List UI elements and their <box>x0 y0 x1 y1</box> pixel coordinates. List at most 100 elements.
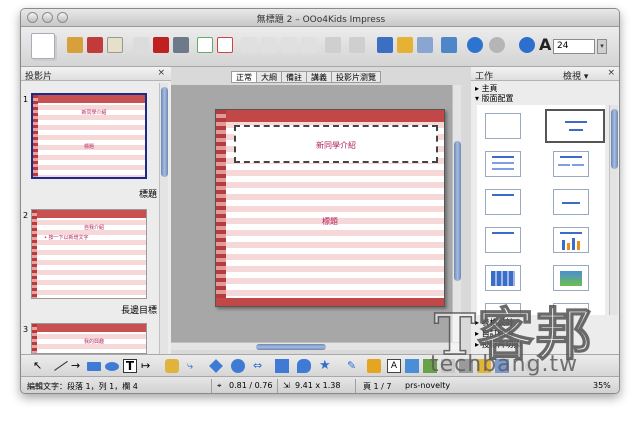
layout-blank[interactable] <box>485 113 521 139</box>
tab-notes[interactable]: 備註 <box>281 71 307 83</box>
slide-thumbnail-1[interactable]: 新同學介紹 標題 <box>31 93 147 179</box>
block-arrows-icon[interactable]: ⇔ <box>253 359 267 373</box>
task-panel-header: 工作 檢視 ▾ × <box>471 67 619 82</box>
slide-number-2: 2 <box>23 211 29 220</box>
thumb-side-bar <box>32 210 37 298</box>
thumb-body: 標題 <box>83 144 94 150</box>
layout-title-content[interactable] <box>485 151 521 177</box>
chart-icon[interactable] <box>397 37 413 53</box>
gallery-icon[interactable] <box>467 37 483 53</box>
status-page: 頁 1 / 7 <box>363 382 392 391</box>
slide-title-text[interactable]: 新同學介紹 <box>236 140 436 151</box>
navigator-icon[interactable] <box>441 37 457 53</box>
slide-canvas: 新同學介紹 標題 <box>171 85 461 342</box>
window-title: 無標題 2 – OOo4Kids Impress <box>256 15 386 25</box>
paste-icon[interactable] <box>281 37 297 53</box>
slide-left-bar <box>216 110 226 306</box>
save-icon[interactable] <box>87 37 103 53</box>
basic-shapes-icon[interactable] <box>209 359 223 373</box>
stars-icon[interactable]: ★ <box>319 359 333 373</box>
flowchart-icon[interactable] <box>275 359 289 373</box>
layout-title-only[interactable] <box>485 189 521 215</box>
export-pdf-icon[interactable] <box>153 37 169 53</box>
slides-panel-scroll-thumb[interactable] <box>161 87 168 177</box>
status-edit-text: 編輯文字：段落 1，列 1，欄 4 <box>27 382 138 391</box>
slide-title-box[interactable]: 新同學介紹 <box>234 125 438 163</box>
tab-handout[interactable]: 講義 <box>306 71 332 83</box>
tab-normal[interactable]: 正常 <box>231 71 257 83</box>
slide-thumbnail-3[interactable]: 我的興趣 <box>31 323 147 354</box>
rectangle-icon[interactable] <box>87 362 101 371</box>
layout-title-slide[interactable] <box>545 109 605 143</box>
open-folder-icon[interactable] <box>67 37 83 53</box>
standard-toolbar: A 24 ▾ <box>21 27 619 67</box>
select-arrow-icon[interactable]: ↖ <box>33 359 47 373</box>
layout-title-image[interactable] <box>553 265 589 291</box>
undo-icon[interactable] <box>325 37 341 53</box>
thumb-side-bar <box>33 95 38 177</box>
table-icon[interactable] <box>417 37 433 53</box>
symbol-shapes-icon[interactable] <box>231 359 245 373</box>
fontwork-icon[interactable] <box>367 359 381 373</box>
tab-outline[interactable]: 大綱 <box>256 71 282 83</box>
slides-panel-close-icon[interactable]: × <box>157 68 165 78</box>
view-tabs: 正常 大綱 備註 講義 投影片瀏覽 <box>231 71 381 83</box>
tab-slide-sorter[interactable]: 投影片瀏覽 <box>331 71 381 83</box>
slide-body-text[interactable]: 標題 <box>216 216 444 227</box>
thumb-title: 自我介紹 <box>83 225 104 231</box>
autospellcheck-icon[interactable] <box>217 37 233 53</box>
layout-title-chart[interactable] <box>553 227 589 253</box>
copy-icon[interactable] <box>261 37 277 53</box>
clone-format-icon[interactable] <box>301 37 317 53</box>
task-panel-scrollbar[interactable] <box>609 105 618 315</box>
line-icon[interactable] <box>50 355 68 371</box>
spellcheck-icon[interactable] <box>197 37 213 53</box>
cut-icon[interactable] <box>241 37 257 53</box>
slide-caption-1: 標題 <box>138 190 157 200</box>
connector-icon[interactable]: ⤷ <box>187 359 201 373</box>
layouts-grid <box>477 105 605 315</box>
thumb-title: 我的興趣 <box>83 339 104 345</box>
slide-number-1: 1 <box>23 95 29 104</box>
canvas-horizontal-scroll-thumb[interactable] <box>256 344 326 350</box>
display-grid-icon[interactable] <box>377 37 393 53</box>
task-panel-close-icon[interactable]: × <box>607 68 615 78</box>
slides-panel-scrollbar[interactable] <box>159 83 168 354</box>
email-icon[interactable] <box>107 37 123 53</box>
curve-icon[interactable] <box>165 359 179 373</box>
ellipse-icon[interactable] <box>105 362 119 371</box>
new-document-icon[interactable] <box>31 33 55 59</box>
canvas-horizontal-scrollbar[interactable] <box>171 342 461 350</box>
from-file-icon[interactable] <box>405 359 419 373</box>
task-panel-scroll-thumb[interactable] <box>611 109 618 169</box>
insert-image-icon[interactable]: A <box>387 359 401 373</box>
slide-editor[interactable]: 新同學介紹 標題 <box>215 109 445 307</box>
layout-centered-text[interactable] <box>553 189 589 215</box>
section-layouts[interactable]: ▾ 版面配置 <box>475 93 514 104</box>
layout-title-content-2[interactable] <box>485 227 521 253</box>
layout-title-table[interactable] <box>485 265 521 291</box>
layout-two-content[interactable] <box>553 151 589 177</box>
line-arrow-icon[interactable]: → <box>71 359 85 373</box>
edit-file-icon[interactable] <box>133 37 149 53</box>
task-panel-title: 工作 <box>475 72 494 82</box>
slide-number-3: 3 <box>23 325 29 334</box>
print-icon[interactable] <box>173 37 189 53</box>
title-bar: 無標題 2 – OOo4Kids Impress <box>21 9 619 27</box>
callouts-icon[interactable] <box>297 359 311 373</box>
canvas-vertical-scroll-thumb[interactable] <box>454 141 461 281</box>
task-panel-view-menu[interactable]: 檢視 ▾ <box>563 69 588 82</box>
text-tool-icon[interactable]: T <box>123 359 137 373</box>
font-icon[interactable]: A <box>539 35 551 55</box>
callout-line-icon[interactable]: ↦ <box>141 359 155 373</box>
redo-icon[interactable] <box>349 37 365 53</box>
slide-thumbnail-2[interactable]: 自我介紹 • 按一下以新增文字 <box>31 209 147 299</box>
points-icon[interactable]: ✎ <box>347 359 361 373</box>
font-size-input[interactable]: 24 <box>553 39 595 54</box>
watermark-logo: T客邦 techbang.tw <box>430 290 640 390</box>
font-size-dropdown[interactable]: ▾ <box>597 39 607 54</box>
thumb-top-bar <box>33 95 145 103</box>
help-icon[interactable] <box>519 37 535 53</box>
zoom-icon[interactable] <box>489 37 505 53</box>
watermark-site: techbang.tw <box>430 352 579 377</box>
